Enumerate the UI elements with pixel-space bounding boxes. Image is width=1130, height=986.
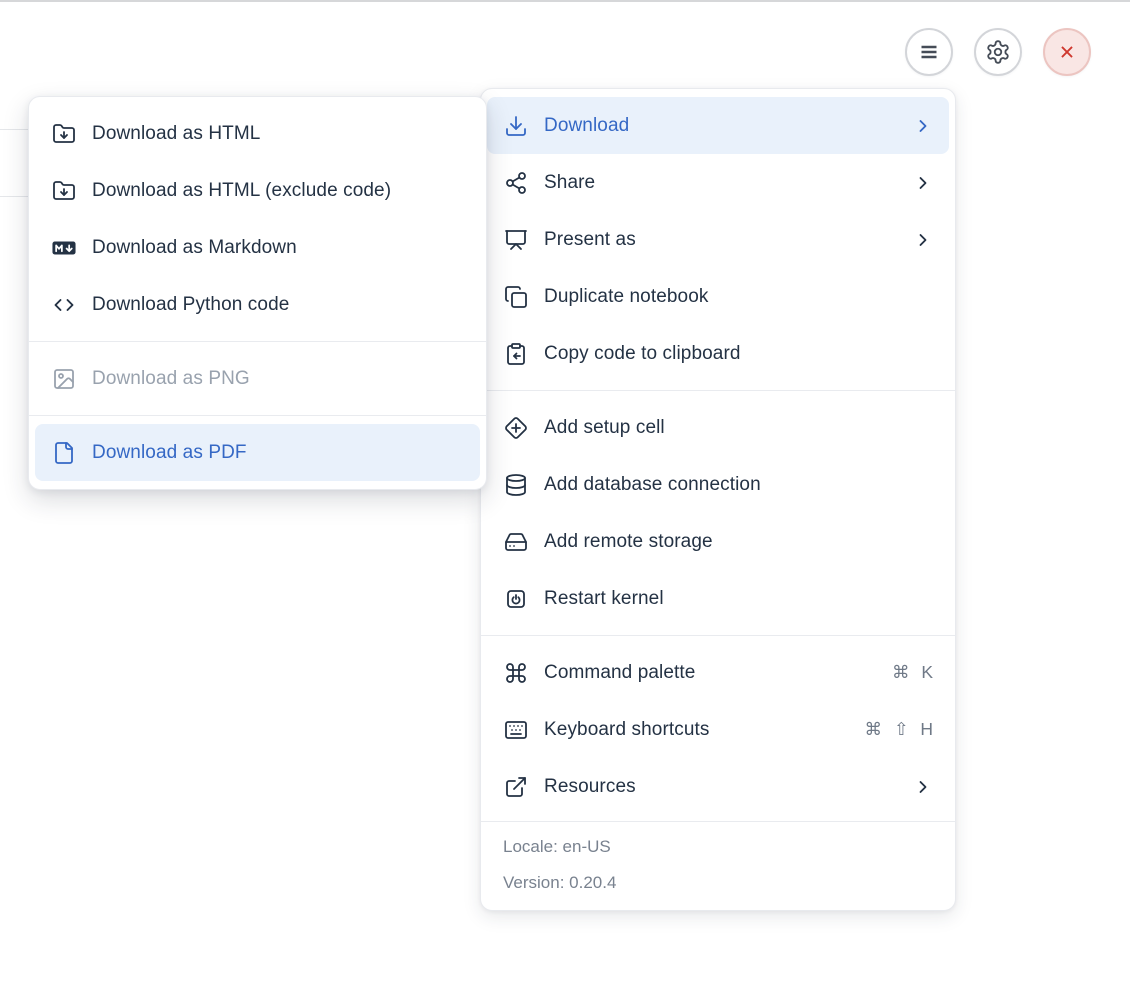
copy-icon bbox=[504, 285, 528, 309]
command-icon bbox=[504, 661, 528, 685]
gear-icon bbox=[985, 39, 1011, 65]
menu-separator bbox=[481, 390, 955, 391]
submenu-separator bbox=[29, 415, 486, 416]
menu-item-label: Add setup cell bbox=[544, 416, 665, 438]
submenu-item-download-png[interactable]: Download as PNG bbox=[35, 350, 480, 407]
submenu-item-label: Download as PDF bbox=[92, 441, 247, 463]
submenu-item-label: Download as Markdown bbox=[92, 236, 297, 258]
hard-drive-icon bbox=[504, 530, 528, 554]
clipboard-copy-icon bbox=[504, 342, 528, 366]
submenu-item-label: Download as HTML bbox=[92, 122, 261, 144]
submenu-separator bbox=[29, 341, 486, 342]
submenu-item-download-html[interactable]: Download as HTML bbox=[35, 105, 480, 162]
folder-down-icon bbox=[52, 122, 76, 146]
menu-item-label: Copy code to clipboard bbox=[544, 342, 741, 364]
submenu-item-download-pdf[interactable]: Download as PDF bbox=[35, 424, 480, 481]
menu-item-label: Present as bbox=[544, 228, 636, 250]
diamond-plus-icon bbox=[504, 416, 528, 440]
menu-item-keyboard-shortcuts[interactable]: Keyboard shortcuts ⌘ ⇧ H bbox=[487, 701, 949, 758]
menu-item-label: Command palette bbox=[544, 661, 696, 683]
shutdown-button[interactable] bbox=[1043, 28, 1091, 76]
settings-button[interactable] bbox=[974, 28, 1022, 76]
background-cell-border bbox=[0, 196, 30, 197]
submenu-item-download-html-exclude-code[interactable]: Download as HTML (exclude code) bbox=[35, 162, 480, 219]
submenu-item-label: Download as PNG bbox=[92, 367, 250, 389]
keyboard-icon bbox=[504, 718, 528, 742]
download-submenu: Download as HTML Download as HTML (exclu… bbox=[28, 96, 487, 490]
menu-item-share[interactable]: Share bbox=[487, 154, 949, 211]
menu-item-add-database[interactable]: Add database connection bbox=[487, 456, 949, 513]
code-icon bbox=[52, 293, 76, 317]
menu-item-duplicate-notebook[interactable]: Duplicate notebook bbox=[487, 268, 949, 325]
menu-separator bbox=[481, 635, 955, 636]
page-top-border bbox=[0, 0, 1130, 2]
locale-text: Locale: en-US bbox=[503, 837, 611, 856]
hamburger-icon bbox=[917, 40, 941, 64]
menu-item-label: Restart kernel bbox=[544, 587, 664, 609]
menu-footer: Locale: en-US Version: 0.20.4 bbox=[481, 821, 955, 910]
notebook-toolbar bbox=[905, 28, 1091, 76]
menu-item-label: Resources bbox=[544, 775, 636, 797]
share-icon bbox=[504, 171, 528, 195]
version-text: Version: 0.20.4 bbox=[503, 873, 617, 892]
shortcut-hint: ⌘ K bbox=[891, 662, 933, 682]
shortcut-hint: ⌘ ⇧ H bbox=[864, 719, 933, 739]
menu-item-label: Add database connection bbox=[544, 473, 761, 495]
menu-item-add-remote-storage[interactable]: Add remote storage bbox=[487, 513, 949, 570]
submenu-item-download-python[interactable]: Download Python code bbox=[35, 276, 480, 333]
database-icon bbox=[504, 473, 528, 497]
file-icon bbox=[52, 441, 76, 465]
background-cell-border bbox=[0, 129, 30, 130]
chevron-right-icon bbox=[913, 173, 933, 193]
menu-item-present-as[interactable]: Present as bbox=[487, 211, 949, 268]
submenu-item-label: Download as HTML (exclude code) bbox=[92, 179, 392, 201]
menu-item-label: Download bbox=[544, 114, 630, 136]
presentation-icon bbox=[504, 228, 528, 252]
menu-item-add-setup-cell[interactable]: Add setup cell bbox=[487, 399, 949, 456]
markdown-icon bbox=[52, 236, 76, 260]
menu-item-label: Duplicate notebook bbox=[544, 285, 709, 307]
menu-item-command-palette[interactable]: Command palette ⌘ K bbox=[487, 644, 949, 701]
menu-item-copy-code[interactable]: Copy code to clipboard bbox=[487, 325, 949, 382]
chevron-right-icon bbox=[913, 116, 933, 136]
download-icon bbox=[504, 114, 528, 138]
image-icon bbox=[52, 367, 76, 391]
chevron-right-icon bbox=[913, 777, 933, 797]
submenu-item-label: Download Python code bbox=[92, 293, 290, 315]
menu-item-label: Add remote storage bbox=[544, 530, 713, 552]
menu-item-resources[interactable]: Resources bbox=[487, 758, 949, 815]
menu-item-download[interactable]: Download bbox=[487, 97, 949, 154]
submenu-item-download-markdown[interactable]: Download as Markdown bbox=[35, 219, 480, 276]
menu-item-label: Keyboard shortcuts bbox=[544, 718, 710, 740]
external-link-icon bbox=[504, 775, 528, 799]
menu-item-restart-kernel[interactable]: Restart kernel bbox=[487, 570, 949, 627]
close-icon bbox=[1056, 41, 1078, 63]
folder-down-icon bbox=[52, 179, 76, 203]
power-square-icon bbox=[504, 587, 528, 611]
chevron-right-icon bbox=[913, 230, 933, 250]
menu-item-label: Share bbox=[544, 171, 596, 193]
notebook-menu-button[interactable] bbox=[905, 28, 953, 76]
notebook-menu-dropdown: Download Share Present as Duplicate note… bbox=[480, 88, 956, 911]
